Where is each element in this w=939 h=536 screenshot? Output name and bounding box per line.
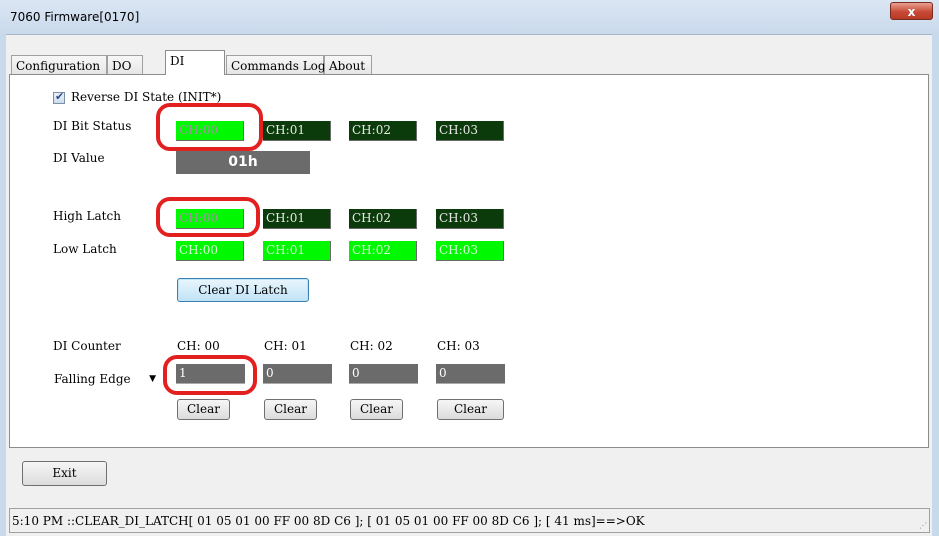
reverse-di-checkbox[interactable] xyxy=(53,90,65,104)
tab-about[interactable]: About xyxy=(324,55,372,74)
di-bit-ch01: CH:01 xyxy=(263,121,331,141)
clear-counter-ch01-button[interactable]: Clear xyxy=(264,399,317,420)
low-latch-ch03: CH:03 xyxy=(436,241,504,261)
counter-header-ch01: CH: 01 xyxy=(264,339,307,353)
counter-mode-value: Falling Edge xyxy=(54,372,131,386)
status-text: 5:10 PM ::CLEAR_DI_LATCH[ 01 05 01 00 FF… xyxy=(12,514,645,528)
low-latch-ch02: CH:02 xyxy=(349,241,417,261)
high-latch-label: High Latch xyxy=(53,209,121,223)
chevron-down-icon: ▼ xyxy=(149,374,156,384)
clear-counter-ch03-button[interactable]: Clear xyxy=(437,399,504,420)
counter-header-ch00: CH: 00 xyxy=(177,339,220,353)
high-latch-ch02: CH:02 xyxy=(349,209,417,229)
low-latch-ch00: CH:00 xyxy=(176,241,244,261)
low-latch-ch01: CH:01 xyxy=(263,241,331,261)
highlight-ring-bit-ch00 xyxy=(156,103,263,151)
title-bar: 7060 Firmware[0170] x xyxy=(0,0,939,35)
counter-value-ch03: 0 xyxy=(436,364,505,384)
counter-mode-select[interactable]: Falling Edge ▼ xyxy=(51,368,161,389)
reverse-di-label: Reverse DI State (INIT*) xyxy=(71,90,222,104)
clear-counter-ch02-button[interactable]: Clear xyxy=(350,399,403,420)
di-counter-label: DI Counter xyxy=(53,339,121,353)
tab-di[interactable]: DI xyxy=(165,50,225,75)
resize-grip-icon[interactable]: ⋰ xyxy=(919,521,927,530)
close-button[interactable]: x xyxy=(890,2,933,20)
high-latch-ch03: CH:03 xyxy=(436,209,504,229)
clear-counter-ch00-button[interactable]: Clear xyxy=(177,399,230,420)
window-title: 7060 Firmware[0170] xyxy=(10,10,140,24)
di-value-display: 01h xyxy=(176,151,310,174)
highlight-ring-latch-ch00 xyxy=(156,197,260,237)
di-bit-status-label: DI Bit Status xyxy=(53,119,132,133)
tab-do[interactable]: DO xyxy=(107,55,143,74)
status-bar: 5:10 PM ::CLEAR_DI_LATCH[ 01 05 01 00 FF… xyxy=(9,508,930,533)
highlight-ring-counter-ch00 xyxy=(163,355,257,395)
tab-commands-log[interactable]: Commands Log xyxy=(226,55,326,74)
counter-value-ch01: 0 xyxy=(263,364,332,384)
clear-di-latch-button[interactable]: Clear DI Latch xyxy=(177,278,309,302)
di-bit-ch03: CH:03 xyxy=(436,121,504,141)
counter-header-ch03: CH: 03 xyxy=(437,339,480,353)
high-latch-ch01: CH:01 xyxy=(263,209,331,229)
low-latch-label: Low Latch xyxy=(53,242,117,256)
di-bit-ch02: CH:02 xyxy=(349,121,417,141)
window-frame-right xyxy=(932,34,939,536)
counter-header-ch02: CH: 02 xyxy=(350,339,393,353)
window-frame-left xyxy=(0,34,6,536)
counter-value-ch02: 0 xyxy=(349,364,418,384)
exit-button[interactable]: Exit xyxy=(22,461,107,486)
tab-configuration[interactable]: Configuration xyxy=(11,55,107,74)
di-value-label: DI Value xyxy=(53,151,105,165)
